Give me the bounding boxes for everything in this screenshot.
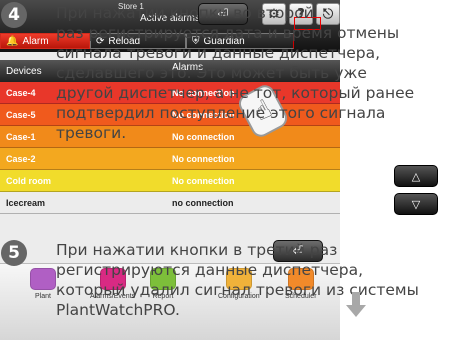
note-line: сигнала тревоги и данные диспетчера, — [56, 44, 381, 62]
column-header-devices: Devices — [6, 66, 42, 77]
note-line: сделавшего это. Это может быть уже — [56, 64, 367, 82]
note-line: который удалил сигнал тревоги из системы — [56, 281, 419, 299]
scroll-down-button[interactable]: ▽ — [394, 193, 438, 215]
alarm-cell: no connection — [172, 198, 234, 208]
down-arrow-stem — [352, 292, 360, 305]
table-row[interactable]: Icecream no connection — [0, 192, 340, 214]
step-number-badge-5: 5 — [1, 240, 27, 266]
note-line: При нажатии кнопки в третий раз — [56, 241, 338, 259]
step-number-badge-4: 4 — [1, 2, 27, 28]
nav-item[interactable]: Plant — [30, 268, 56, 300]
alarm-cell: No connection — [172, 154, 235, 164]
note-line: раз регистрируется дата и время отмены — [56, 24, 400, 42]
note-line: тревоги. — [56, 124, 127, 142]
scroll-controls: △ ▽ — [394, 165, 440, 221]
device-cell: Case-5 — [6, 110, 36, 120]
alarm-cell: No connection — [172, 176, 235, 186]
device-cell: Cold room — [6, 176, 51, 186]
device-cell: Case-2 — [6, 154, 36, 164]
note-line: другой диспетчер, а не тот, который ране… — [56, 84, 415, 102]
table-row[interactable]: Case-2 No connection — [0, 148, 340, 170]
nav-label: Plant — [35, 293, 51, 300]
note-line: При нажатии кнопки во второй — [56, 4, 314, 22]
device-cell: Icecream — [6, 198, 46, 208]
note-line: регистрируются данные диспетчера, — [56, 261, 364, 279]
note-step-4: При нажатии кнопки во второй раз регистр… — [56, 3, 474, 143]
scroll-up-button[interactable]: △ — [394, 165, 438, 187]
bell-icon: 🔔 — [6, 35, 19, 47]
nav-icon — [30, 268, 56, 290]
note-line: подтвердил поступление этого сигнала — [56, 104, 386, 122]
device-cell: Case-4 — [6, 88, 36, 98]
table-row[interactable]: Cold room No connection — [0, 170, 340, 192]
tab-alarm-label: Alarm — [22, 35, 49, 47]
device-cell: Case-1 — [6, 132, 36, 142]
down-arrow-icon — [346, 305, 366, 317]
note-step-5: При нажатии кнопки в третий раз регистри… — [56, 240, 474, 320]
note-line: PlantWatchPRO. — [56, 301, 180, 319]
